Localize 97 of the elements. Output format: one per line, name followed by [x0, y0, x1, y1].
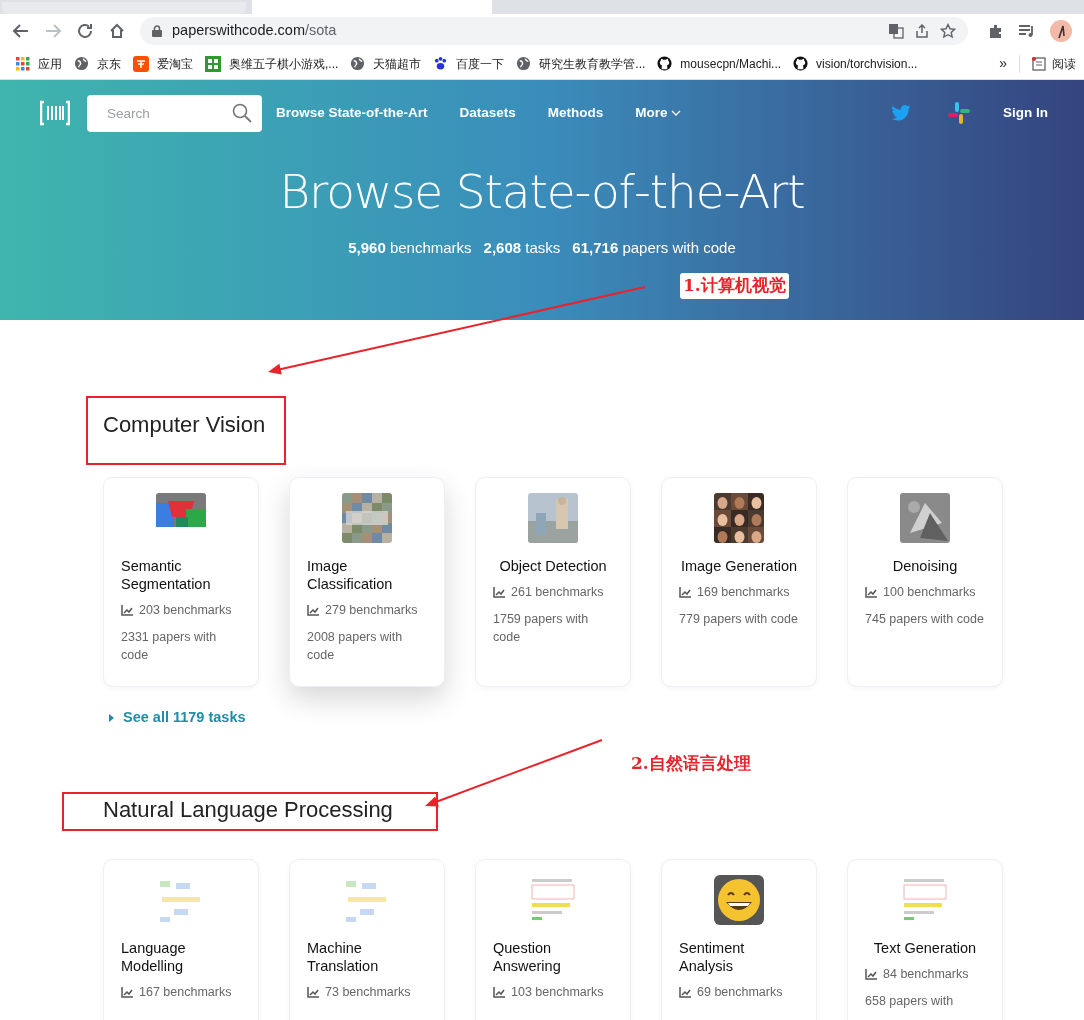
- puzzle-icon[interactable]: [988, 23, 1004, 39]
- chart-icon: [121, 986, 133, 998]
- bookmark-item[interactable]: 奥维五子棋小游戏,...: [205, 54, 339, 73]
- see-all-link[interactable]: See all 1179 tasks: [109, 707, 246, 729]
- task-card[interactable]: Text Generation 84 benchmarks 658 papers with: [847, 858, 1003, 1020]
- avatar-icon[interactable]: [1050, 20, 1072, 42]
- chart-icon: [493, 586, 505, 598]
- task-title: Object Detection: [498, 557, 608, 575]
- logo-icon[interactable]: [40, 100, 70, 126]
- papers-count: 779 papers with code: [679, 610, 799, 628]
- bookmark-item[interactable]: 天猫超市: [350, 54, 422, 73]
- task-title: Image Generation: [679, 557, 799, 575]
- star-icon[interactable]: [940, 23, 956, 39]
- task-card[interactable]: Question Answering 103 benchmarks: [475, 858, 631, 1020]
- section-title: Natural Language Processing: [103, 795, 393, 824]
- globe-icon: [516, 56, 532, 71]
- bookmark-item[interactable]: 京东: [74, 54, 121, 73]
- chart-icon: [493, 986, 505, 998]
- papers-count: 1759 papers with code: [493, 610, 590, 646]
- chart-icon: [679, 986, 691, 998]
- search-icon[interactable]: [232, 102, 252, 123]
- stat-text: 61,716 papers with code: [572, 238, 736, 258]
- bookmark-item[interactable]: 应用: [16, 54, 62, 73]
- benchmark-count: 169 benchmarks: [697, 584, 790, 601]
- stat-text: 5,960 benchmarks: [348, 238, 472, 258]
- task-card[interactable]: Object Detection 261 benchmarks 1759 papers with code: [475, 477, 631, 687]
- reload-icon[interactable]: [76, 22, 94, 40]
- benchmark-count: 167 benchmarks: [139, 983, 232, 1001]
- playlist-icon[interactable]: [1018, 23, 1036, 39]
- benchmark-count: 100 benchmarks: [883, 584, 976, 601]
- benchmark-count: 73 benchmarks: [325, 983, 411, 1001]
- papers-count: 745 papers with code: [865, 610, 985, 628]
- chart-icon: [121, 604, 133, 616]
- globe-icon: [350, 56, 366, 71]
- chart-icon: [307, 986, 319, 998]
- page-title: Browse State-of-the-Art: [278, 168, 806, 215]
- globe-icon: [74, 56, 89, 71]
- reading-list-icon: [1032, 56, 1046, 71]
- more-menu[interactable]: More: [635, 102, 681, 124]
- translate-icon[interactable]: [888, 23, 904, 39]
- github-icon: [657, 56, 673, 71]
- reading-list-button[interactable]: 阅读: [1032, 54, 1076, 73]
- task-title: Question Answering: [493, 938, 562, 975]
- benchmark-count: 261 benchmarks: [511, 584, 604, 601]
- task-title: Machine Translation: [307, 938, 380, 975]
- benchmark-count: 279 benchmarks: [325, 602, 418, 619]
- task-card[interactable]: Semantic Segmentation 203 benchmarks 2331 papers with code: [103, 477, 259, 687]
- bookmark-item[interactable]: 爱淘宝: [133, 54, 193, 73]
- papers-count: 658 papers with: [865, 992, 955, 1010]
- bookmark-item[interactable]: 研究生教育教学管...: [516, 54, 646, 73]
- task-card[interactable]: Language Modelling 167 benchmarks: [103, 858, 259, 1020]
- search-field[interactable]: Search: [87, 94, 262, 132]
- chart-icon: [679, 586, 691, 598]
- slack-icon[interactable]: [947, 101, 971, 125]
- sign-in-link[interactable]: Sign In: [1003, 102, 1048, 124]
- task-title: Image Classification: [307, 557, 394, 593]
- nav-link[interactable]: Datasets: [459, 102, 516, 124]
- share-icon[interactable]: [914, 23, 930, 39]
- section-title: Computer Vision: [103, 411, 266, 439]
- lock-icon: [152, 25, 162, 37]
- chart-icon: [865, 586, 877, 598]
- annotation-text: 1.计算机视觉: [680, 273, 789, 299]
- task-title: Language Modelling: [121, 938, 187, 975]
- task-card[interactable]: Image Generation 169 benchmarks 779 papers with code: [661, 477, 817, 687]
- chevron-down-icon: [670, 110, 681, 116]
- benchmark-count: 103 benchmarks: [511, 983, 604, 1001]
- bookmark-item[interactable]: mousecpn/Machi...: [657, 54, 782, 73]
- benchmark-count: 203 benchmarks: [139, 602, 232, 619]
- more-bookmarks-button[interactable]: »: [999, 53, 1007, 74]
- task-card[interactable]: Denoising 100 benchmarks 745 papers with code: [847, 477, 1003, 687]
- bookmark-item[interactable]: 百度一下: [433, 54, 505, 73]
- taobao-icon: [133, 55, 149, 72]
- chart-icon: [307, 604, 319, 616]
- nav-link[interactable]: Methods: [547, 102, 604, 124]
- task-title: Denoising: [891, 557, 959, 575]
- stat-text: 2,608 tasks: [483, 238, 561, 258]
- task-card[interactable]: Machine Translation 73 benchmarks: [289, 858, 445, 1020]
- url-text: paperswithcode.com/sota: [172, 21, 338, 41]
- task-card[interactable]: Image Classification 279 benchmarks 2008 papers with code: [289, 477, 445, 687]
- paw-icon: [433, 56, 449, 71]
- board-icon: [205, 55, 221, 72]
- task-card[interactable]: Sentiment Analysis 69 benchmarks: [661, 858, 817, 1020]
- chart-icon: [865, 968, 877, 980]
- task-title: Semantic Segmentation: [121, 557, 212, 593]
- caret-right-icon: [109, 713, 114, 722]
- task-title: Sentiment Analysis: [679, 938, 746, 975]
- apps-grid-icon: [16, 56, 30, 71]
- address-field[interactable]: paperswithcode.com/sota: [140, 17, 968, 45]
- benchmark-count: 69 benchmarks: [697, 983, 783, 1001]
- home-icon[interactable]: [108, 22, 126, 40]
- back-icon[interactable]: [12, 22, 30, 40]
- github-icon: [793, 56, 809, 71]
- papers-count: 2331 papers with code: [121, 628, 218, 664]
- task-title: Text Generation: [872, 938, 978, 957]
- papers-count: 2008 papers with code: [307, 628, 404, 664]
- bookmark-item[interactable]: vision/torchvision...: [793, 54, 918, 73]
- benchmark-count: 84 benchmarks: [883, 965, 969, 983]
